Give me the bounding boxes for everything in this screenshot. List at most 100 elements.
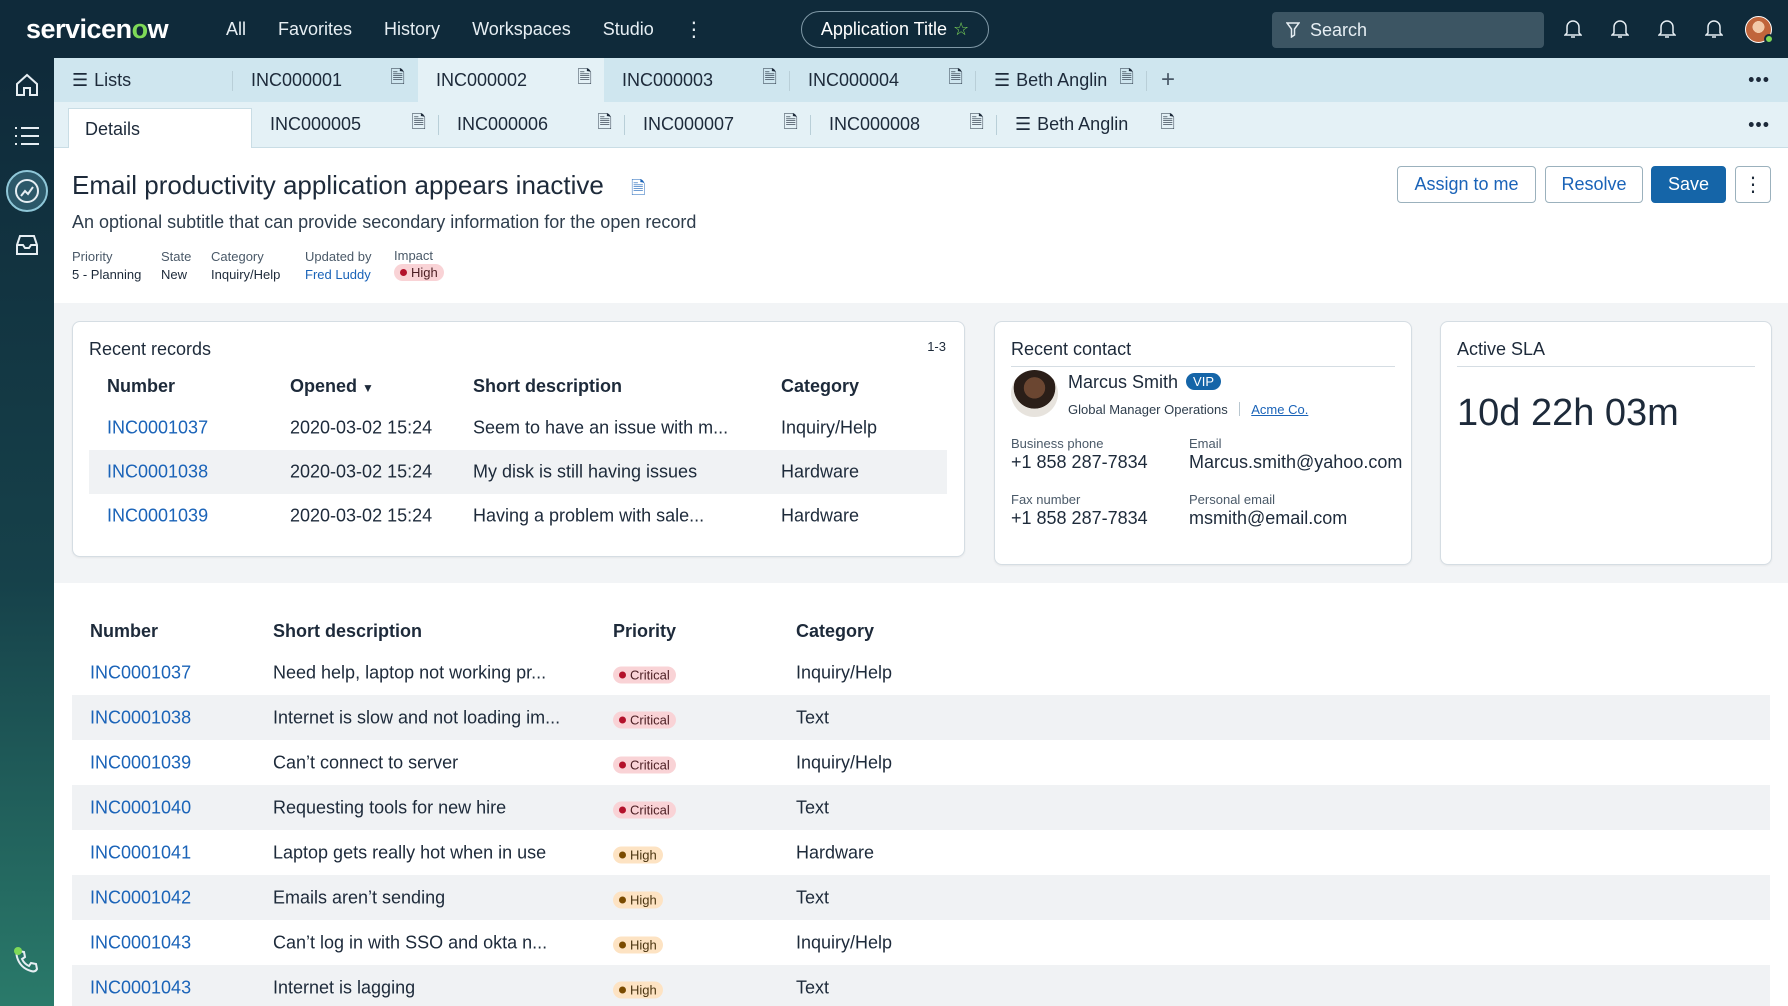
tab-label: INC000002 [436,69,528,90]
contact-role: Global Manager Operations [1068,402,1228,417]
global-search[interactable]: Search [1272,12,1544,48]
incident-number-link[interactable]: INC0001042 [90,887,191,908]
favorite-star-icon[interactable]: ☆ [953,19,969,40]
incident-number-link[interactable]: INC0001037 [90,662,191,683]
table-row[interactable]: INC0001039 2020-03-02 15:24 Having a pro… [89,494,947,538]
description-cell: Laptop gets really hot when in use [273,842,547,862]
table-row[interactable]: INC0001039 Can’t connect to server Critica… [72,740,1770,785]
contact-avatar[interactable] [1011,370,1058,417]
col-short-description[interactable]: Short description [473,376,622,397]
record-number-link[interactable]: INC0001039 [107,506,208,527]
app-title-pill[interactable]: Application Title ☆ [801,11,989,48]
table-row[interactable]: INC0001037 2020-03-02 15:24 Seem to have… [89,406,947,450]
incident-number-link[interactable]: INC0001043 [90,932,191,953]
tab-inc000006[interactable]: INC000006 🗎 [439,102,624,147]
priority-cell: Critical [613,662,676,683]
resolve-button[interactable]: Resolve [1545,166,1643,203]
more-tabs-icon[interactable]: ••• [1748,70,1770,91]
meta-label: State [161,249,192,264]
more-actions-icon[interactable]: ⋮ [1735,166,1771,203]
contact-name[interactable]: Marcus Smith [1068,372,1178,392]
opened-cell: 2020-03-02 15:24 [290,461,433,482]
table-row[interactable]: INC0001041 Laptop gets really hot when in… [72,830,1770,875]
dashboard-icon[interactable] [12,176,42,206]
record-number-link[interactable]: INC0001038 [107,462,208,483]
tab-lists[interactable]: ☰ Lists [72,58,222,102]
save-button[interactable]: Save [1651,166,1726,203]
tab-beth-anglin[interactable]: ☰ Beth Anglin 🗎 [976,58,1146,102]
user-avatar[interactable] [1745,16,1774,44]
main-nav: All Favorites History Workspaces Studio [210,19,670,40]
priority-badge: High [613,846,663,863]
tab-inc000004[interactable]: INC000004 🗎 [790,58,975,102]
col-number[interactable]: Number [107,376,175,397]
col-number[interactable]: Number [90,621,158,642]
col-category[interactable]: Category [796,621,874,642]
table-row[interactable]: INC0001038 Internet is slow and not loadi… [72,695,1770,740]
inbox-icon[interactable] [12,230,42,260]
email-value[interactable]: Marcus.smith@yahoo.com [1189,452,1402,473]
incident-number-link[interactable]: INC0001043 [90,977,191,998]
col-opened[interactable]: Opened ▼ [290,376,374,397]
table-row[interactable]: INC0001040 Requesting tools for new hire C… [72,785,1770,830]
bell-icon[interactable] [1611,19,1629,39]
tab-inc000003[interactable]: INC000003 🗎 [604,58,789,102]
incident-number-link[interactable]: INC0001038 [90,707,191,728]
home-icon[interactable] [12,70,42,100]
tab-bar-primary: ☰ Lists INC000001 🗎 INC000002 🗎 INC00000… [54,58,1788,102]
doc-icon[interactable]: 🗎 [631,176,645,206]
servicenow-logo[interactable]: servicenow [26,14,196,45]
nav-workspaces[interactable]: Workspaces [456,19,587,40]
priority-cell: High [613,887,663,908]
nav-studio[interactable]: Studio [587,19,670,40]
priority-badge: Critical [613,711,676,728]
page-title: Email productivity application appears i… [72,170,604,200]
nav-all[interactable]: All [210,19,262,40]
personal-email-label: Personal email [1189,492,1275,507]
col-category[interactable]: Category [781,376,859,397]
bell-icon[interactable] [1705,19,1723,39]
table-row[interactable]: INC0001038 2020-03-02 15:24 My disk is s… [89,450,947,494]
tab-inc000005[interactable]: INC000005 🗎 [252,102,438,147]
tab-details[interactable]: Details [68,108,252,149]
col-priority[interactable]: Priority [613,621,676,642]
fax-value[interactable]: +1 858 287-7834 [1011,508,1148,529]
category-cell: Text [796,707,830,727]
assign-to-me-button[interactable]: Assign to me [1397,166,1536,203]
meta-updated-by: Updated by Fred Luddy [305,249,372,282]
tab-inc000007[interactable]: INC000007 🗎 [625,102,810,147]
col-short-description[interactable]: Short description [273,621,422,642]
business-phone-value[interactable]: +1 858 287-7834 [1011,452,1148,473]
incident-number-link[interactable]: INC0001041 [90,842,191,863]
list-icon[interactable] [12,121,42,151]
priority-cell: Critical [613,752,676,773]
table-row[interactable]: INC0001043 Can’t log in with SSO and okta… [72,920,1770,965]
tab-beth-anglin-2[interactable]: ☰ Beth Anglin 🗎 [997,102,1187,147]
bell-icon[interactable] [1564,19,1582,39]
doc-icon: 🗎 [390,67,405,87]
tab-inc000008[interactable]: INC000008 🗎 [811,102,996,147]
tab-inc000002[interactable]: INC000002 🗎 [418,58,604,102]
impact-badge: High [394,264,444,281]
nav-more-icon[interactable]: ⋮ [676,17,712,42]
table-row[interactable]: INC0001037 Need help, laptop not working … [72,650,1770,695]
bell-icon[interactable] [1658,19,1676,39]
more-tabs-icon[interactable]: ••• [1748,114,1770,135]
table-row[interactable]: INC0001042 Emails aren’t sending High Text [72,875,1770,920]
table-row[interactable]: INC0001043 Internet is lagging High Text [72,965,1770,1006]
meta-state: State New [161,249,191,282]
personal-email-value[interactable]: msmith@email.com [1189,508,1347,529]
category-cell: Hardware [781,505,860,526]
company-link[interactable]: Acme Co. [1251,402,1308,417]
phone-icon[interactable] [12,946,42,976]
record-number-link[interactable]: INC0001037 [107,418,208,439]
category-cell: Inquiry/Help [796,662,893,682]
add-tab-icon[interactable]: + [1161,58,1191,102]
description-cell: My disk is still having issues [473,461,698,482]
nav-favorites[interactable]: Favorites [262,19,368,40]
incident-number-link[interactable]: INC0001040 [90,797,191,818]
incident-number-link[interactable]: INC0001039 [90,752,191,773]
nav-history[interactable]: History [368,19,456,40]
tab-inc000001[interactable]: INC000001 🗎 [233,58,417,102]
updated-by-link[interactable]: Fred Luddy [305,267,372,282]
